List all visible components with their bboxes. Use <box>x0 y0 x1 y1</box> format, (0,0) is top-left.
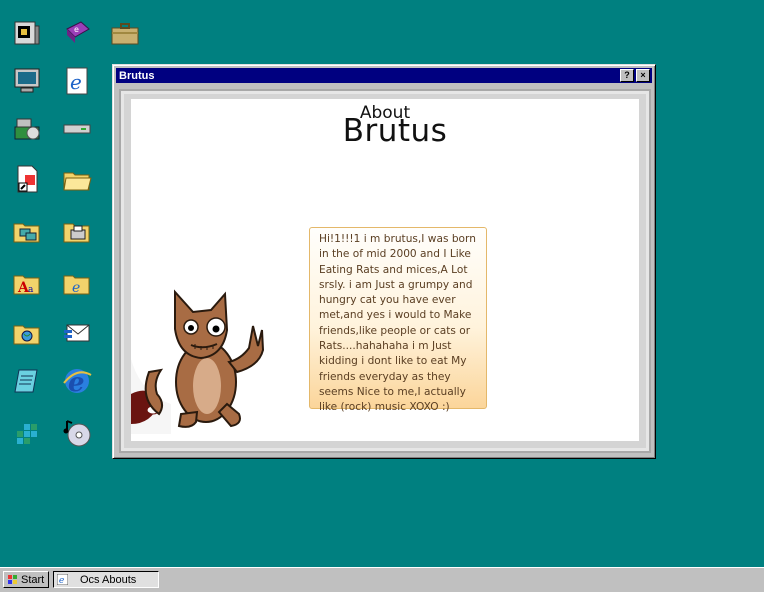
task-button-ocs-abouts[interactable]: e Ocs Abouts <box>53 571 159 588</box>
brutus-cat-drawing <box>131 289 265 434</box>
reader-book-icon[interactable]: e <box>60 16 94 50</box>
windows-logo-icon <box>7 574 19 586</box>
open-folder-icon[interactable] <box>60 162 94 196</box>
brutus-heading: Brutus <box>342 113 448 149</box>
web-folder-icon[interactable]: e <box>60 266 94 300</box>
my-computer-icon[interactable] <box>10 16 44 50</box>
briefcase-icon[interactable] <box>108 16 142 50</box>
music-cd-icon[interactable] <box>60 416 94 450</box>
start-button[interactable]: Start <box>3 571 49 588</box>
printer-folder-icon[interactable] <box>60 214 94 248</box>
notepad-icon[interactable] <box>10 364 44 398</box>
help-button[interactable]: ? <box>620 69 634 82</box>
window-title: Brutus <box>119 69 155 82</box>
svg-text:e: e <box>74 25 79 34</box>
taskbar: Start e Ocs Abouts <box>0 567 764 592</box>
svg-text:e: e <box>59 575 64 585</box>
internet-explorer-large-icon[interactable]: e <box>60 364 94 398</box>
ie-task-icon: e <box>56 573 69 586</box>
svg-text:e: e <box>70 70 82 94</box>
brutus-window: Brutus ? × About Brutus Hi!1!!!1 i m bru… <box>112 64 656 459</box>
task-label: Ocs Abouts <box>80 573 137 586</box>
content-frame: About Brutus Hi!1!!!1 i m brutus,I was b… <box>119 89 651 453</box>
window-titlebar[interactable]: Brutus ? × <box>116 68 652 83</box>
close-button[interactable]: × <box>636 69 650 82</box>
globe-folder-icon[interactable] <box>10 316 44 350</box>
svg-text:e: e <box>72 280 80 296</box>
svg-text:a: a <box>28 285 34 295</box>
start-label: Start <box>21 573 45 586</box>
control-panel-icon[interactable] <box>10 112 44 146</box>
drive-icon[interactable] <box>60 112 94 146</box>
mail-icon[interactable] <box>60 316 94 350</box>
network-folder-icon[interactable] <box>10 214 44 248</box>
about-page: About Brutus Hi!1!!!1 i m brutus,I was b… <box>131 99 639 441</box>
fonts-folder-icon[interactable]: Aa <box>10 266 44 300</box>
monitor-icon[interactable] <box>10 64 44 98</box>
bio-speech-bubble: Hi!1!!!1 i m brutus,I was born in the of… <box>309 227 487 413</box>
shortcut-file-icon[interactable] <box>10 162 44 196</box>
internet-explorer-icon[interactable]: e <box>60 64 94 98</box>
windows-update-icon[interactable] <box>10 416 44 450</box>
